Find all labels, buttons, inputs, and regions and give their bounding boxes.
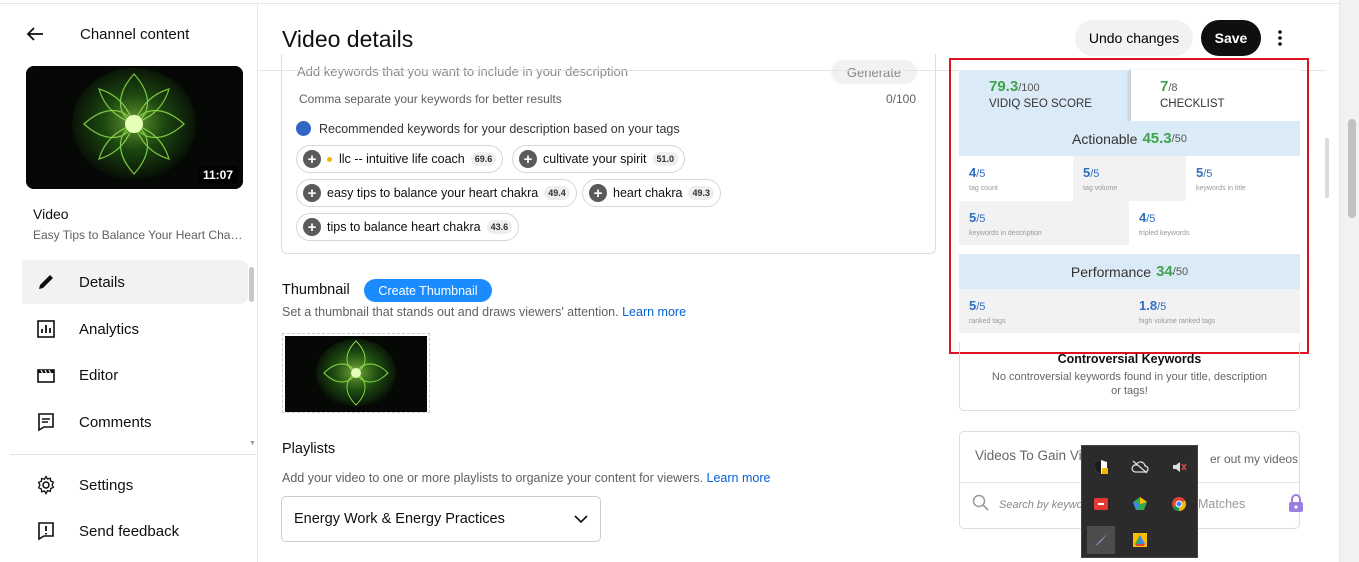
video-label: Video	[33, 206, 69, 222]
keyword-chip-label: easy tips to balance your heart chakra	[327, 186, 539, 200]
red-app-icon[interactable]	[1087, 490, 1115, 518]
channel-content-label[interactable]: Channel content	[80, 26, 189, 43]
playlists-learn-more-link[interactable]: Learn more	[707, 471, 771, 485]
recommended-keywords-label: Recommended keywords for your descriptio…	[319, 122, 680, 136]
playlist-selected-value: Energy Work & Energy Practices	[294, 511, 505, 527]
thumbnail-description-text: Set a thumbnail that stands out and draw…	[282, 305, 619, 319]
plus-icon: +	[303, 150, 321, 168]
generate-button[interactable]: Generate	[831, 60, 917, 84]
keyword-chip-label: heart chakra	[613, 186, 683, 200]
playlist-select[interactable]: Energy Work & Energy Practices	[281, 496, 601, 542]
keywords-input[interactable]: Add keywords that you want to include in…	[297, 64, 917, 84]
drive-app-icon[interactable]	[1126, 526, 1154, 554]
video-duration: 11:07	[197, 166, 238, 184]
analytics-icon	[34, 317, 58, 341]
vidiq-logo-icon	[296, 121, 311, 136]
sidebar-item-editor[interactable]: Editor	[22, 353, 248, 397]
keywords-counter: 0/100	[886, 92, 917, 106]
system-tray-overflow	[1081, 445, 1198, 558]
video-thumbnail[interactable]: 11:07	[26, 66, 243, 189]
thumbnail-image	[285, 336, 427, 412]
plus-icon: +	[303, 184, 321, 202]
search-icon	[972, 494, 989, 516]
keyword-score: 49.3	[688, 186, 715, 200]
filter-my-videos-label[interactable]: er out my videos	[1210, 452, 1298, 466]
keyword-chip[interactable]: + heart chakra 49.3	[582, 179, 722, 207]
sidebar-item-label: Comments	[79, 413, 152, 431]
undo-changes-button[interactable]: Undo changes	[1075, 20, 1193, 56]
more-options-icon[interactable]	[1268, 26, 1292, 50]
plus-icon: +	[589, 184, 607, 202]
feedback-icon	[34, 519, 58, 543]
sidebar-item-settings[interactable]: Settings	[22, 463, 248, 507]
keyword-search-input[interactable]: Search by keywo	[999, 499, 1083, 511]
green-app-icon[interactable]	[1126, 490, 1154, 518]
keyword-chip[interactable]: + llc -- intuitive life coach 69.6	[296, 145, 504, 173]
sidebar-scroll-down-icon[interactable]: ▼	[249, 440, 256, 447]
clapperboard-icon	[34, 363, 58, 387]
warning-dot-icon	[327, 156, 332, 162]
keyword-chip[interactable]: + cultivate your spirit 51.0	[512, 145, 686, 173]
controversial-title: Controversial Keywords	[1057, 352, 1202, 366]
sidebar-scrollbar-thumb[interactable]	[249, 267, 254, 302]
keyword-score: 69.6	[470, 152, 497, 166]
sidebar-item-analytics[interactable]: Analytics	[22, 307, 248, 351]
sidebar-divider	[10, 454, 256, 455]
comment-icon	[34, 410, 58, 434]
matches-label: Matches	[1198, 497, 1246, 511]
keyword-chip-label: tips to balance heart chakra	[327, 220, 481, 234]
controversial-keywords-panel: Controversial Keywords No controversial …	[959, 342, 1300, 411]
thumbnail-heading: Thumbnail	[282, 282, 350, 298]
save-button[interactable]: Save	[1201, 20, 1261, 56]
chevron-down-icon	[574, 511, 588, 527]
keyword-chip[interactable]: + easy tips to balance your heart chakra…	[296, 179, 577, 207]
back-arrow-icon[interactable]	[23, 22, 47, 46]
playlists-description: Add your video to one or more playlists …	[282, 471, 770, 485]
controversial-description: No controversial keywords found in your …	[991, 371, 1268, 397]
cloud-offline-icon[interactable]	[1126, 453, 1154, 481]
playlists-description-text: Add your video to one or more playlists …	[282, 471, 704, 485]
lock-icon[interactable]	[1287, 493, 1305, 518]
sidebar-item-send-feedback[interactable]: Send feedback	[22, 509, 248, 553]
plus-icon: +	[519, 150, 537, 168]
sidebar-item-label: Settings	[79, 476, 134, 494]
keyword-score: 51.0	[652, 152, 679, 166]
page-scrollbar-track[interactable]	[1339, 0, 1359, 562]
sidebar-item-details[interactable]: Details	[22, 260, 248, 304]
sidebar-item-label: Send feedback	[79, 522, 180, 540]
thumbnail-learn-more-link[interactable]: Learn more	[622, 305, 686, 319]
volume-muted-icon[interactable]	[1165, 453, 1193, 481]
video-title: Easy Tips to Balance Your Heart Chakra	[33, 228, 243, 242]
security-shield-icon[interactable]	[1087, 453, 1115, 481]
page-scrollbar-thumb[interactable]	[1348, 119, 1356, 218]
keyword-chip-label: llc -- intuitive life coach	[339, 152, 465, 166]
content-scrollbar-thumb[interactable]	[1325, 138, 1329, 198]
pencil-icon	[34, 270, 58, 294]
sidebar-item-comments[interactable]: Comments	[22, 400, 248, 444]
feather-pen-icon[interactable]	[1087, 526, 1115, 554]
gear-icon	[34, 473, 58, 497]
keyword-score: 49.4	[544, 186, 570, 200]
page-title: Video details	[282, 26, 414, 52]
videos-to-gain-title: Videos To Gain Vi	[975, 448, 1082, 463]
sidebar-item-label: Analytics	[79, 320, 140, 338]
sidebar-item-label: Details	[79, 273, 125, 291]
thumbnail-description: Set a thumbnail that stands out and draw…	[282, 305, 686, 319]
keyword-chip-label: cultivate your spirit	[543, 152, 647, 166]
sidebar-item-label: Editor	[79, 366, 119, 384]
keyword-chip[interactable]: + tips to balance heart chakra 43.6	[296, 213, 520, 241]
playlists-heading: Playlists	[282, 441, 336, 457]
thumbnail-preview[interactable]	[282, 333, 430, 413]
highlight-annotation-box	[949, 58, 1309, 354]
chrome-icon[interactable]	[1165, 490, 1193, 518]
plus-icon: +	[303, 218, 321, 236]
create-thumbnail-button[interactable]: Create Thumbnail	[364, 279, 492, 302]
keyword-score: 43.6	[486, 220, 513, 234]
keywords-hint: Comma separate your keywords for better …	[299, 92, 562, 106]
